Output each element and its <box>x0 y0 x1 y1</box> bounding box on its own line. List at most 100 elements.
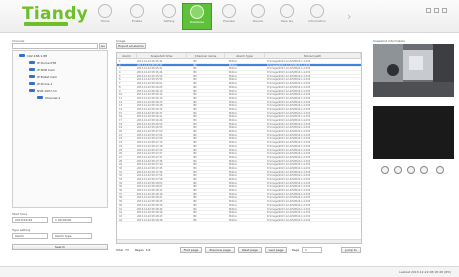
nav-setting[interactable]: Setting <box>154 3 184 30</box>
table-cell: 2013-12-22 08:18:30 <box>137 203 163 207</box>
type-checkbox[interactable]: Alarm <box>12 233 48 239</box>
table-body: 1 2013-12-22 08:15:32 IPC Motion D:\Image\20… <box>117 60 361 223</box>
table-cell: 2013-12-22 08:15:55 <box>137 78 163 82</box>
nav-device[interactable]: Device <box>243 3 273 30</box>
table-cell: 14 <box>119 107 123 111</box>
table-cell: D:\Image\2013-12-22\08\10.1.4.234 <box>267 203 311 207</box>
table-cell: Motion <box>229 133 238 137</box>
page-input[interactable]: 1 <box>302 247 322 253</box>
tree-node-label: 192.168.1.88 <box>27 53 48 58</box>
table-cell: Motion <box>229 148 238 152</box>
column-header[interactable]: Channel name <box>187 53 225 59</box>
start-time-field[interactable]: 1 00:00:00 <box>52 217 92 223</box>
table-cell: 35 <box>119 185 123 189</box>
table-header: Alarm Snapshot time Channel name Alarm t… <box>117 53 361 59</box>
table-cell: 2013-12-22 08:18:25 <box>137 200 163 204</box>
minimize-icon[interactable] <box>426 8 431 13</box>
column-header[interactable]: Stored path <box>265 53 361 59</box>
nav-database[interactable]: Database <box>182 3 212 30</box>
tree-node-label: NVR-1007-11 <box>37 88 57 93</box>
table-cell: D:\Image\2013-12-22\08\10.1.4.234 <box>267 181 311 185</box>
nav-tape-lay[interactable]: Tape lay <box>272 3 302 30</box>
table-cell: D:\Image\2013-12-22\08\10.1.4.234 <box>267 78 311 82</box>
close-icon[interactable] <box>442 8 447 13</box>
record-icon[interactable] <box>407 166 415 174</box>
table-cell: D:\Image\2013-12-22\08\10.1.4.234 <box>267 93 311 97</box>
export-all-button[interactable]: Export all alarms <box>116 43 146 49</box>
pages-value: 1/4 <box>145 248 151 252</box>
first-page-button[interactable]: First page <box>180 247 202 253</box>
alarm-type-select[interactable]: Alarm type <box>52 233 92 239</box>
tree-node-root[interactable]: 192.168.1.88 <box>19 53 47 58</box>
table-cell: D:\Image\2013-12-22\08\10.1.4.234 <box>267 100 311 104</box>
previous-page-button[interactable]: Previous page <box>205 247 235 253</box>
table-cell: D:\Image\2013-12-22\08\10.1.4.234 <box>267 200 311 204</box>
maximize-icon[interactable] <box>434 8 439 13</box>
nav-device-label: Device <box>252 19 264 23</box>
channel-search-input[interactable] <box>12 43 98 49</box>
fullscreen-icon[interactable] <box>436 166 444 174</box>
channel-search-button[interactable]: Go <box>99 43 107 49</box>
snapshot-icon[interactable] <box>394 166 402 174</box>
table-cell: Motion <box>229 166 238 170</box>
jump-button[interactable]: Jump to <box>341 247 361 253</box>
column-header[interactable]: Alarm <box>117 53 137 59</box>
total-value: 73 <box>125 248 129 252</box>
nav-preview[interactable]: Preview <box>214 3 244 30</box>
tree-node[interactable]: Channel-1 <box>37 95 60 100</box>
table-cell: D:\Image\2013-12-22\08\10.1.4.234 <box>267 133 311 137</box>
table-cell: 2013-12-22 08:17:36 <box>137 159 163 163</box>
nav-information[interactable]: Information <box>302 3 332 30</box>
check-icon <box>130 4 144 18</box>
table-cell: D:\Image\2013-12-22\08\10.1.4.234 <box>267 178 311 181</box>
table-cell: IPC <box>193 185 197 189</box>
last-page-button[interactable]: Last page <box>265 247 287 253</box>
live-preview-window[interactable] <box>373 106 454 159</box>
table-cell: 33 <box>119 178 123 181</box>
table-cell: 1 <box>119 60 121 63</box>
table-cell: 9 <box>119 89 121 93</box>
table-cell: Motion <box>229 96 238 100</box>
table-cell: Motion <box>229 78 238 82</box>
table-cell: 2013-12-22 08:17:27 <box>137 152 163 156</box>
table-cell: 22 <box>119 137 123 141</box>
total-label: Total <box>116 248 124 252</box>
next-page-button[interactable]: Next page <box>238 247 262 253</box>
chevron-right-icon[interactable]: › <box>347 10 351 23</box>
table-row[interactable]: 44 2013-12-22 08:18:48 IPC Motion D:\Image\2… <box>117 219 361 223</box>
table-cell: 41 <box>119 207 123 211</box>
table-cell: IPC <box>193 130 197 134</box>
table-cell: IPC <box>193 89 197 93</box>
start-date-field[interactable]: 2013/12/22 <box>12 217 48 223</box>
table-cell: D:\Image\2013-12-22\08\10.1.4.234 <box>267 141 311 145</box>
table-cell: Motion <box>229 107 238 111</box>
table-cell: Motion <box>229 163 238 167</box>
table-cell: 2013-12-22 08:16:10 <box>137 89 163 93</box>
tree-node[interactable]: IP Dome 1 <box>29 81 52 86</box>
table-cell: D:\Image\2013-12-22\08\10.1.4.234 <box>267 148 311 152</box>
table-cell: D:\Image\2013-12-22\08\10.1.4.234 <box>267 111 311 115</box>
table-cell: 2013-12-22 08:17:40 <box>137 163 163 167</box>
table-cell: 2013-12-22 08:17:58 <box>137 178 163 181</box>
nav-enable[interactable]: Enable <box>122 3 152 30</box>
table-cell: D:\Image\2013-12-22\08\10.1.4.234 <box>267 104 311 108</box>
search-button[interactable]: Search <box>12 244 108 250</box>
stop-icon[interactable] <box>420 166 428 174</box>
table-cell: Motion <box>229 67 238 71</box>
horizontal-scrollbar[interactable] <box>117 239 361 243</box>
table-cell: 25 <box>119 148 123 152</box>
table-cell: Motion <box>229 203 238 207</box>
table-cell: Motion <box>229 119 238 122</box>
play-icon[interactable] <box>381 166 389 174</box>
table-cell: D:\Image\2013-12-22\08\10.1.4.234 <box>267 170 311 174</box>
tree-node[interactable]: IP Dome PTZ <box>29 60 56 65</box>
table-cell: Motion <box>229 200 238 204</box>
tree-node[interactable]: IP Bullet Cam <box>29 74 57 79</box>
tree-node[interactable]: IP NVR Cam <box>29 67 55 72</box>
table-cell: 2013-12-22 08:15:46 <box>137 71 163 75</box>
table-cell: 2013-12-22 08:16:55 <box>137 126 163 130</box>
tree-node[interactable]: NVR-1007-11 <box>29 88 57 93</box>
column-header[interactable]: Alarm type <box>225 53 265 59</box>
nav-home[interactable]: Home <box>90 3 120 30</box>
column-header[interactable]: Snapshot time <box>137 53 187 59</box>
